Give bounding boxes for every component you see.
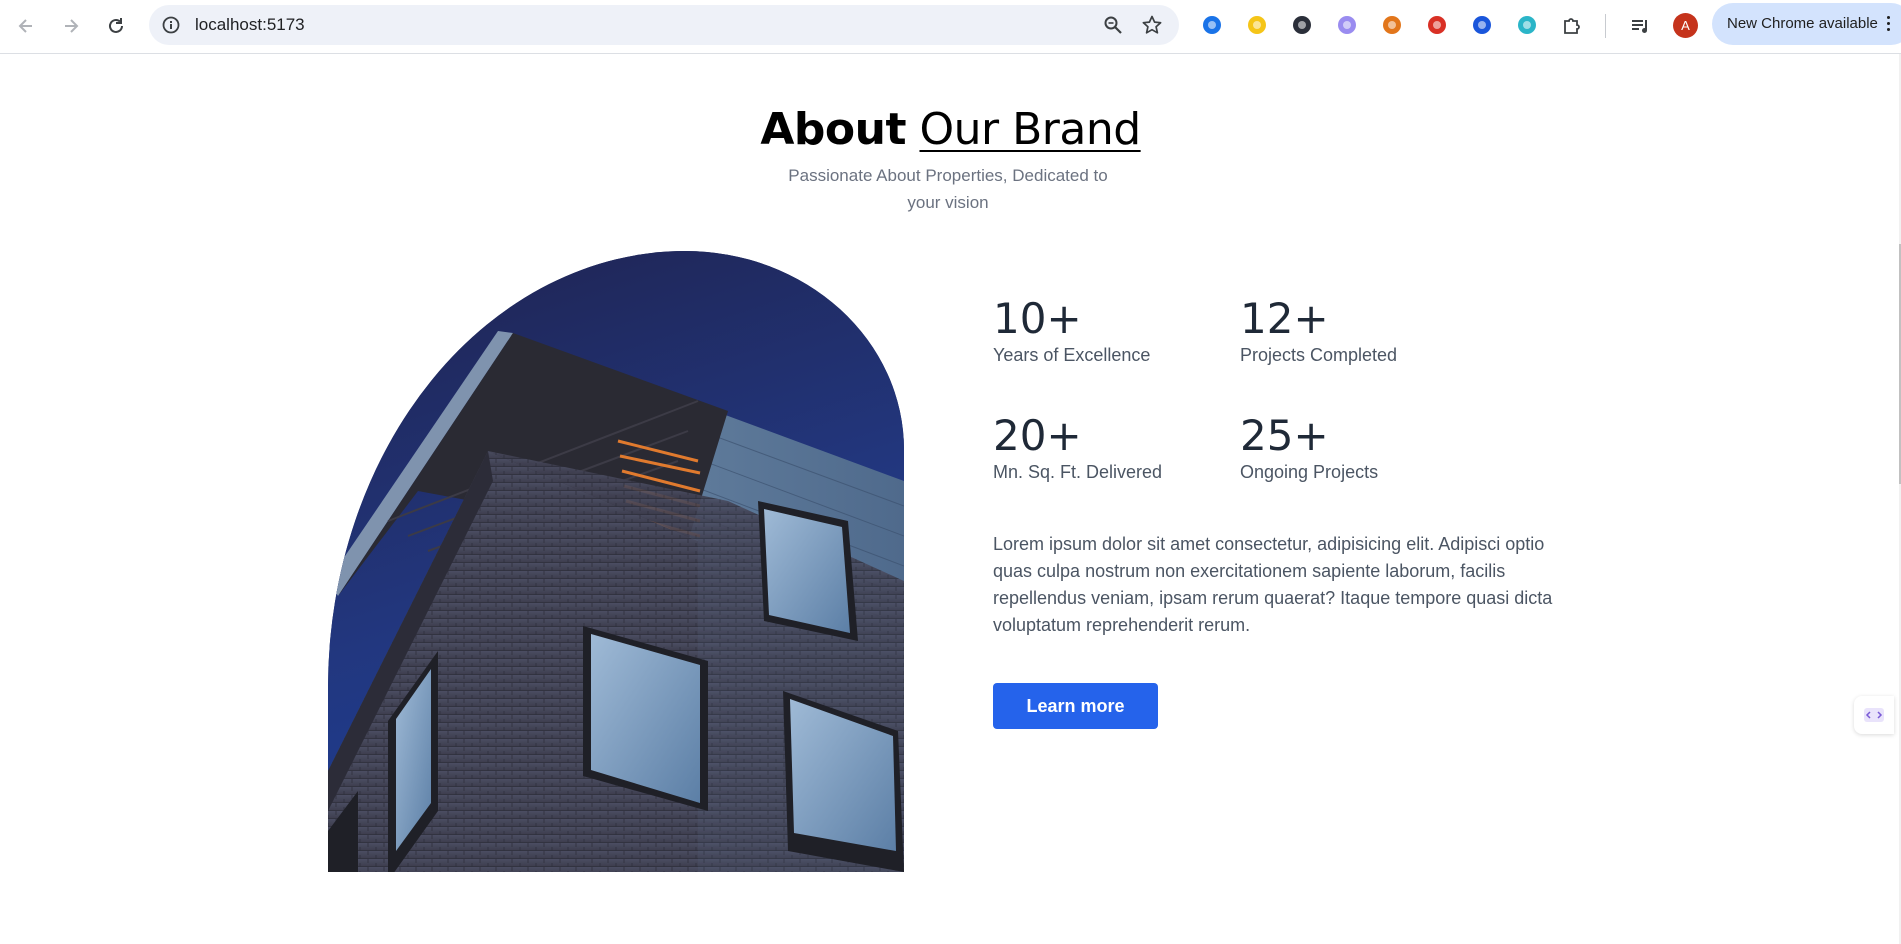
back-arrow-icon xyxy=(18,19,32,33)
iobit-icon[interactable] xyxy=(1200,13,1224,37)
site-info-icon[interactable] xyxy=(161,15,181,35)
learn-more-button[interactable]: Learn more xyxy=(993,683,1158,729)
stat-label: Years of Excellence xyxy=(993,345,1151,365)
purple-ghost-icon[interactable] xyxy=(1335,13,1359,37)
stat-value: 20+ xyxy=(993,411,1082,460)
react-atom-icon[interactable] xyxy=(1515,13,1539,37)
puzzle-icon[interactable] xyxy=(1560,13,1584,37)
browser-toolbar: localhost:5173 A New Chrome available xyxy=(0,0,1901,54)
metamask-fox-icon[interactable] xyxy=(1380,13,1404,37)
blue-circle-icon[interactable] xyxy=(1470,13,1494,37)
forward-button[interactable] xyxy=(58,13,84,39)
side-extension-widget[interactable] xyxy=(1854,696,1894,734)
dark-app-icon[interactable] xyxy=(1290,13,1314,37)
chick-icon[interactable] xyxy=(1245,13,1269,37)
building-image xyxy=(328,251,904,872)
red-bug-icon[interactable] xyxy=(1425,13,1449,37)
profile-avatar[interactable]: A xyxy=(1673,13,1698,38)
media-control-button[interactable] xyxy=(1627,13,1653,39)
heading-bold: About xyxy=(760,104,906,155)
page-subtitle: Passionate About Properties, Dedicated t… xyxy=(788,166,1108,212)
stat-label: Mn. Sq. Ft. Delivered xyxy=(993,462,1163,482)
about-description: Lorem ipsum dolor sit amet consectetur, … xyxy=(993,534,1553,635)
address-bar[interactable]: localhost:5173 xyxy=(149,5,1179,45)
code-tag-icon xyxy=(1864,708,1884,722)
stat-value: 12+ xyxy=(1240,294,1329,343)
heading-underlined: Our Brand xyxy=(919,104,1141,155)
back-button[interactable] xyxy=(13,13,39,39)
playlist-icon xyxy=(1632,20,1647,33)
toolbar-divider xyxy=(1605,14,1606,38)
chrome-update-button[interactable]: New Chrome available xyxy=(1712,3,1901,45)
page-title: About Our Brand xyxy=(0,104,1901,156)
stat-value: 25+ xyxy=(1240,411,1329,460)
chrome-update-label: New Chrome available xyxy=(1727,15,1878,32)
stat-label: Projects Completed xyxy=(1240,345,1398,365)
kebab-menu-icon[interactable] xyxy=(1887,14,1893,34)
stat-label: Ongoing Projects xyxy=(1240,462,1379,482)
stat-value: 10+ xyxy=(993,294,1082,343)
url-text[interactable]: localhost:5173 xyxy=(195,15,305,35)
reload-icon xyxy=(109,18,123,33)
bookmark-star-icon[interactable] xyxy=(1141,14,1163,36)
forward-arrow-icon xyxy=(65,19,79,33)
zoom-icon[interactable] xyxy=(1103,15,1123,35)
reload-button[interactable] xyxy=(103,13,129,39)
